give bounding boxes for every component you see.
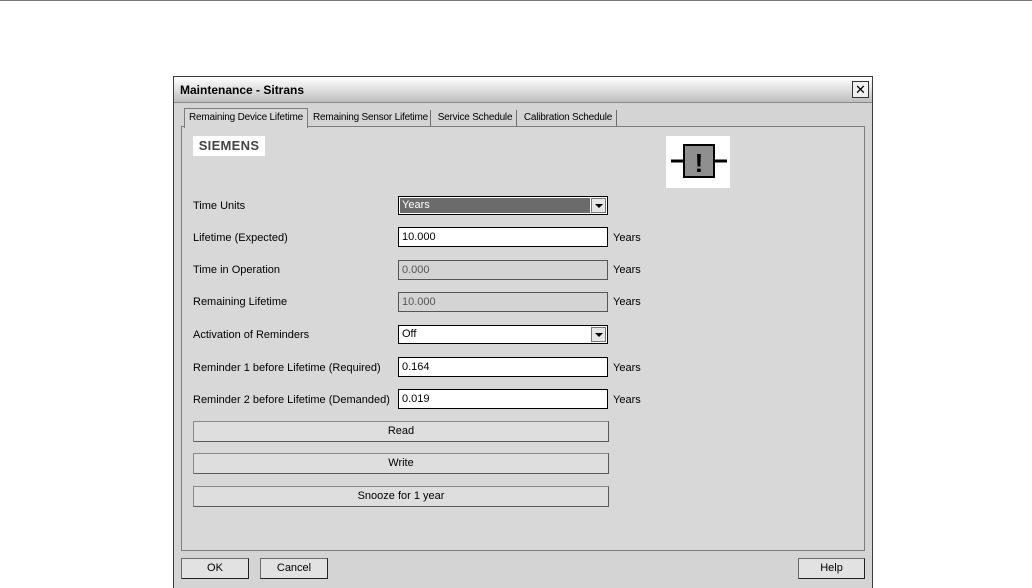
close-icon: ✕ xyxy=(855,82,866,97)
read-button[interactable]: Read xyxy=(193,421,609,442)
window-title: Maintenance - Sitrans xyxy=(180,83,305,97)
write-button[interactable]: Write xyxy=(193,453,609,474)
lifetime-expected-field[interactable]: 10.000 xyxy=(398,227,608,247)
chevron-down-icon[interactable] xyxy=(591,198,606,213)
chevron-down-icon[interactable] xyxy=(591,327,606,342)
cancel-button[interactable]: Cancel xyxy=(260,558,328,579)
tab-calibration-schedule[interactable]: Calibration Schedule xyxy=(520,110,617,127)
reminder2-unit: Years xyxy=(613,394,641,406)
siemens-logo: SIEMENS xyxy=(193,136,265,156)
reminder2-label: Reminder 2 before Lifetime (Demanded) xyxy=(193,394,390,406)
time-in-operation-unit: Years xyxy=(613,264,641,276)
time-in-operation-label: Time in Operation xyxy=(193,264,281,276)
page-top-rule xyxy=(0,0,1032,1)
snooze-button[interactable]: Snooze for 1 year xyxy=(193,486,609,507)
tab-service-schedule[interactable]: Service Schedule xyxy=(434,110,517,127)
tab-remaining-device-lifetime[interactable]: Remaining Device Lifetime xyxy=(184,108,308,128)
reminder1-unit: Years xyxy=(613,362,641,374)
lifetime-expected-label: Lifetime (Expected) xyxy=(193,232,288,244)
lifetime-expected-unit: Years xyxy=(613,232,641,244)
remaining-lifetime-field: 10.000 xyxy=(398,292,608,312)
activation-of-reminders-label: Activation of Reminders xyxy=(193,329,310,341)
activation-of-reminders-value: Off xyxy=(402,328,417,340)
activation-of-reminders-select[interactable]: Off xyxy=(398,325,608,344)
time-units-select[interactable]: Years xyxy=(398,196,608,215)
help-button[interactable]: Help xyxy=(798,558,865,579)
status-box: ! xyxy=(666,136,730,188)
reminder2-field[interactable]: 0.019 xyxy=(398,389,608,409)
tab-panel: SIEMENS ! Time Units Years Lifetime (Exp… xyxy=(181,126,865,551)
ok-button[interactable]: OK xyxy=(181,558,249,579)
close-button[interactable]: ✕ xyxy=(852,81,869,98)
reminder1-field[interactable]: 0.164 xyxy=(398,357,608,377)
maintenance-required-icon: ! xyxy=(671,144,727,178)
time-in-operation-field: 0.000 xyxy=(398,260,608,280)
remaining-lifetime-unit: Years xyxy=(613,296,641,308)
remaining-lifetime-label: Remaining Lifetime xyxy=(193,296,288,308)
time-units-value: Years xyxy=(400,198,590,213)
status-icon-glyph: ! xyxy=(695,148,704,178)
time-units-label: Time Units xyxy=(193,200,246,212)
title-bar: Maintenance - Sitrans ✕ xyxy=(174,77,872,103)
maintenance-dialog: Maintenance - Sitrans ✕ Remaining Device… xyxy=(173,76,873,588)
tab-remaining-sensor-lifetime[interactable]: Remaining Sensor Lifetime xyxy=(311,110,431,127)
reminder1-label: Reminder 1 before Lifetime (Required) xyxy=(193,362,381,374)
